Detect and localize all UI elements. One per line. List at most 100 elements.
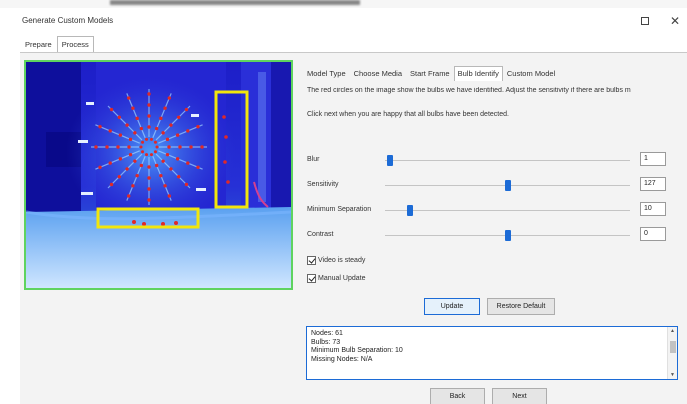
bulb-marker bbox=[169, 123, 173, 127]
video-steady-checkbox-row[interactable]: Video is steady bbox=[307, 256, 365, 265]
bulb-marker bbox=[118, 157, 123, 161]
bulb-marker bbox=[147, 125, 151, 129]
bulb-marker bbox=[186, 129, 190, 133]
bulb-marker bbox=[147, 187, 151, 191]
blur-slider-thumb[interactable] bbox=[386, 155, 393, 166]
bulb-marker bbox=[145, 153, 149, 157]
bulb-marker bbox=[165, 137, 170, 142]
bulb-marker bbox=[176, 174, 181, 179]
maximize-button[interactable] bbox=[634, 12, 656, 30]
contrast-slider-thumb[interactable] bbox=[504, 230, 511, 241]
bulb-marker bbox=[131, 106, 135, 110]
bulb-marker bbox=[105, 145, 109, 149]
bulb-marker bbox=[139, 126, 144, 131]
tab-process[interactable]: Process bbox=[56, 36, 94, 52]
bulb-marker bbox=[128, 152, 133, 157]
scroll-thumb[interactable] bbox=[670, 341, 676, 353]
bulb-marker bbox=[109, 107, 114, 112]
blur-slider-track[interactable] bbox=[385, 160, 630, 161]
blur-label: Blur bbox=[307, 156, 320, 163]
bulb-marker bbox=[154, 163, 159, 168]
bulb-marker bbox=[184, 107, 189, 112]
bulb-marker bbox=[141, 150, 145, 154]
title-bar: Generate Custom Models ✕ bbox=[0, 8, 687, 34]
video-preview[interactable] bbox=[24, 60, 293, 290]
bulb-marker bbox=[163, 184, 167, 188]
bulb-marker bbox=[159, 116, 163, 121]
tab-prepare[interactable]: Prepare bbox=[20, 36, 57, 52]
bulb-marker bbox=[147, 198, 151, 202]
video-steady-checkbox[interactable] bbox=[307, 256, 316, 265]
bulb-marker bbox=[147, 176, 151, 180]
log-scrollbar[interactable]: ▲ ▼ bbox=[667, 327, 677, 379]
bulb-marker bbox=[165, 152, 170, 157]
tab-bulb-identify[interactable]: Bulb Identify bbox=[453, 66, 503, 81]
bulb-marker bbox=[116, 145, 120, 149]
bulb-marker bbox=[154, 126, 159, 131]
log-line-min-separation: Minimum Bulb Separation: 10 bbox=[311, 347, 403, 354]
bulb-marker bbox=[153, 140, 157, 144]
bulb-marker bbox=[125, 167, 129, 171]
log-line-nodes: Nodes: 61 bbox=[311, 330, 343, 337]
tab-start-frame[interactable]: Start Frame bbox=[406, 66, 454, 81]
bulb-marker bbox=[125, 123, 129, 127]
bulb-marker bbox=[175, 133, 180, 137]
next-button[interactable]: Next bbox=[492, 388, 547, 404]
tab-model-type[interactable]: Model Type bbox=[303, 66, 350, 81]
description-text: The red circles on the image show the bu… bbox=[307, 87, 631, 94]
minimum-separation-slider-thumb[interactable] bbox=[406, 205, 413, 216]
bulb-marker bbox=[163, 106, 167, 110]
bulb-marker bbox=[149, 137, 153, 141]
sensitivity-slider-thumb[interactable] bbox=[504, 180, 511, 191]
manual-update-checkbox[interactable] bbox=[307, 274, 316, 283]
contrast-value-box[interactable]: 0 bbox=[640, 227, 666, 241]
bulb-marker bbox=[127, 194, 131, 198]
bulb-marker bbox=[108, 161, 112, 165]
blur-value-box[interactable]: 1 bbox=[640, 152, 666, 166]
bulb-marker bbox=[108, 129, 112, 133]
tab-choose-media[interactable]: Choose Media bbox=[350, 66, 406, 81]
window-title: Generate Custom Models bbox=[22, 16, 114, 25]
bulb-marker bbox=[117, 115, 122, 120]
bulb-marker bbox=[118, 133, 123, 137]
bulb-marker bbox=[169, 167, 173, 171]
bulb-marker bbox=[189, 145, 193, 149]
scroll-up-icon[interactable]: ▲ bbox=[670, 328, 675, 334]
instruction-text: Click next when you are happy that all b… bbox=[307, 111, 509, 118]
blurred-header-text bbox=[110, 0, 360, 5]
process-panel: Model Type Choose Media Start Frame Bulb… bbox=[20, 52, 687, 404]
sensitivity-label: Sensitivity bbox=[307, 181, 339, 188]
close-icon: ✕ bbox=[669, 14, 681, 28]
preview-image bbox=[26, 62, 291, 288]
bulb-marker bbox=[147, 165, 151, 169]
restore-default-button[interactable]: Restore Default bbox=[487, 298, 555, 315]
bulb-marker bbox=[149, 153, 153, 157]
scroll-down-icon[interactable]: ▼ bbox=[670, 372, 675, 378]
manual-update-label: Manual Update bbox=[318, 275, 366, 282]
bulb-marker bbox=[133, 159, 137, 163]
bulb-marker bbox=[135, 116, 139, 121]
minimum-separation-value-box[interactable]: 10 bbox=[640, 202, 666, 216]
results-log[interactable]: Nodes: 61 Bulbs: 73 Minimum Bulb Separat… bbox=[306, 326, 678, 380]
bulb-marker bbox=[167, 194, 171, 198]
bulb-marker bbox=[155, 145, 159, 149]
update-button[interactable]: Update bbox=[424, 298, 480, 315]
minimum-separation-slider-track[interactable] bbox=[385, 210, 630, 211]
bulb-marker bbox=[161, 159, 165, 163]
bulb-marker bbox=[139, 163, 144, 168]
tab-custom-model[interactable]: Custom Model bbox=[503, 66, 559, 81]
close-button[interactable]: ✕ bbox=[664, 12, 686, 30]
bulb-marker bbox=[167, 145, 171, 149]
bulb-marker bbox=[176, 115, 181, 120]
bulb-marker bbox=[131, 184, 135, 188]
inner-tab-bar: Model Type Choose Media Start Frame Bulb… bbox=[303, 66, 559, 81]
bulb-marker bbox=[128, 137, 133, 142]
bulb-marker bbox=[159, 173, 163, 178]
manual-update-checkbox-row[interactable]: Manual Update bbox=[307, 274, 365, 283]
bulb-marker bbox=[127, 96, 131, 100]
back-button[interactable]: Back bbox=[430, 388, 485, 404]
bulb-marker bbox=[141, 140, 145, 144]
sensitivity-value-box[interactable]: 127 bbox=[640, 177, 666, 191]
minimum-separation-label: Minimum Separation bbox=[307, 206, 372, 213]
bulb-marker bbox=[175, 157, 180, 161]
